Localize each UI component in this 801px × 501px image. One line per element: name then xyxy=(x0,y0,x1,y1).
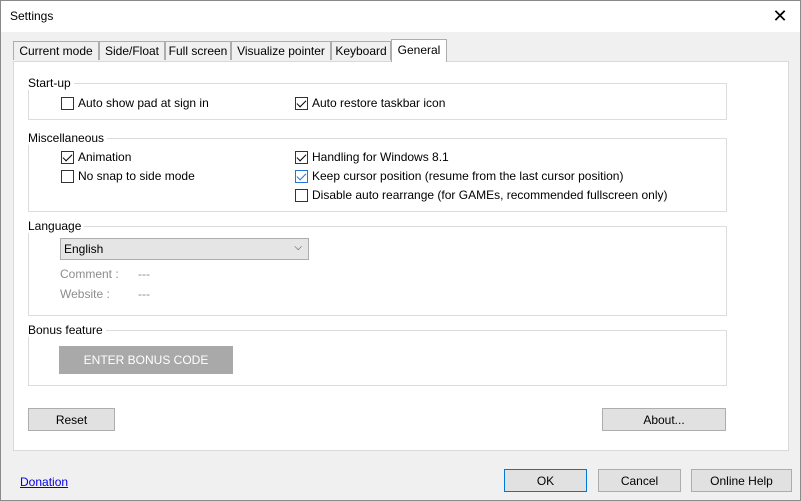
disable-rearrange-checkbox[interactable]: Disable auto rearrange (for GAMEs, recom… xyxy=(295,188,668,202)
tab-keyboard[interactable]: Keyboard xyxy=(331,41,391,60)
no-snap-label: No snap to side mode xyxy=(78,169,195,183)
handling-win81-label: Handling for Windows 8.1 xyxy=(312,150,449,164)
animation-box[interactable] xyxy=(61,150,74,164)
tab-general[interactable]: General xyxy=(391,39,447,62)
keep-cursor-box[interactable] xyxy=(295,169,308,183)
close-icon[interactable]: ✕ xyxy=(770,6,790,26)
handling-win81-checkbox[interactable]: Handling for Windows 8.1 xyxy=(295,150,449,164)
language-legend: Language xyxy=(28,219,85,233)
tab-full-screen[interactable]: Full screen xyxy=(165,41,231,60)
window-title: Settings xyxy=(10,9,54,23)
disable-rearrange-box[interactable] xyxy=(295,188,308,202)
keep-cursor-checkbox[interactable]: Keep cursor position (resume from the la… xyxy=(295,169,623,183)
auto-show-pad-label: Auto show pad at sign in xyxy=(78,96,209,110)
keep-cursor-label: Keep cursor position (resume from the la… xyxy=(312,169,624,183)
auto-restore-taskbar-box[interactable] xyxy=(295,96,308,110)
no-snap-box[interactable] xyxy=(61,169,74,183)
startup-legend: Start-up xyxy=(28,76,74,90)
disable-rearrange-label: Disable auto rearrange (for GAMEs, recom… xyxy=(312,188,668,202)
auto-show-pad-box[interactable] xyxy=(61,96,74,110)
cancel-button[interactable]: Cancel xyxy=(598,469,681,492)
animation-label: Animation xyxy=(78,150,132,164)
website-label: Website : xyxy=(60,287,110,301)
ok-button[interactable]: OK xyxy=(504,469,587,492)
handling-win81-box[interactable] xyxy=(295,150,308,164)
language-select[interactable]: English ⌵ xyxy=(60,238,309,260)
online-help-button[interactable]: Online Help xyxy=(691,469,792,492)
no-snap-checkbox[interactable]: No snap to side mode xyxy=(61,169,195,183)
enter-bonus-code-button[interactable]: ENTER BONUS CODE xyxy=(59,346,233,374)
comment-value: --- xyxy=(138,267,150,281)
reset-button[interactable]: Reset xyxy=(28,408,115,431)
chevron-down-icon: ⌵ xyxy=(294,242,302,253)
misc-legend: Miscellaneous xyxy=(28,131,108,145)
about-button[interactable]: About... xyxy=(602,408,726,431)
title-bar: Settings ✕ xyxy=(1,1,800,32)
auto-restore-taskbar-checkbox[interactable]: Auto restore taskbar icon xyxy=(295,96,445,110)
comment-label: Comment : xyxy=(60,267,119,281)
tab-side-float[interactable]: Side/Float xyxy=(99,41,165,60)
general-panel: Start-up Auto show pad at sign in Auto r… xyxy=(13,61,789,451)
tab-current-mode[interactable]: Current mode xyxy=(13,41,99,60)
animation-checkbox[interactable]: Animation xyxy=(61,150,131,164)
donation-link[interactable]: Donation xyxy=(20,475,68,489)
tab-visualize-pointer[interactable]: Visualize pointer xyxy=(231,41,331,60)
bonus-legend: Bonus feature xyxy=(28,323,106,337)
language-selected-value: English xyxy=(64,242,104,256)
auto-show-pad-checkbox[interactable]: Auto show pad at sign in xyxy=(61,96,209,110)
website-value: --- xyxy=(138,287,150,301)
settings-window: Settings ✕ Current mode Side/Float Full … xyxy=(0,0,801,501)
auto-restore-taskbar-label: Auto restore taskbar icon xyxy=(312,96,446,110)
startup-group: Start-up Auto show pad at sign in Auto r… xyxy=(28,76,727,120)
misc-group: Miscellaneous Animation No snap to side … xyxy=(28,131,727,212)
